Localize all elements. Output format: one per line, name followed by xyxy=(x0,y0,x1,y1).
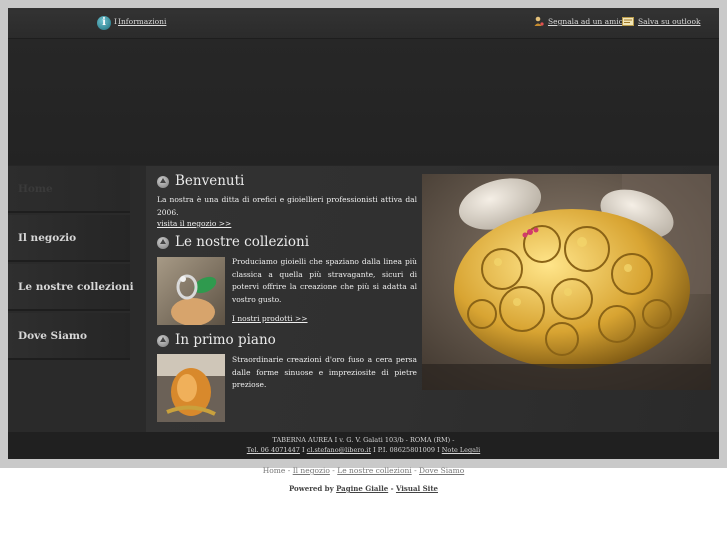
nav-item-il-negozio[interactable]: Il negozio xyxy=(8,215,130,262)
visit-shop-link[interactable]: visita il negozio >> xyxy=(157,219,231,228)
info-prefix: I xyxy=(114,17,117,26)
products-link[interactable]: I nostri prodotti >> xyxy=(232,314,308,323)
top-bar: i I Informazioni Segnala ad un amico Sal… xyxy=(8,8,719,39)
welcome-heading: Benvenuti xyxy=(175,173,245,189)
share-link[interactable]: Segnala ad un amico xyxy=(548,17,627,26)
powered-by-dash: - xyxy=(390,484,394,493)
main-content: Benvenuti La nostra è una ditta di orefi… xyxy=(146,166,719,432)
collections-heading: Le nostre collezioni xyxy=(175,234,310,250)
footer-phone-link[interactable]: Tel. 06 4071447 xyxy=(247,446,300,454)
footer-legal-link[interactable]: Note Legali xyxy=(442,446,480,454)
bullet-icon xyxy=(157,237,169,249)
bullet-icon xyxy=(157,335,169,347)
nav-item-collezioni[interactable]: Le nostre collezioni xyxy=(8,264,134,311)
bottom-nav: Home - Il negozio - Le nostre collezioni… xyxy=(0,466,727,475)
share-person-icon[interactable] xyxy=(534,16,544,27)
nav-item-home[interactable]: Home xyxy=(8,166,130,213)
site-frame: i I Informazioni Segnala ad un amico Sal… xyxy=(8,8,719,459)
bottom-nav-separator: - xyxy=(332,466,335,475)
info-icon[interactable]: i xyxy=(97,16,111,30)
outlook-link[interactable]: Salva su outlook xyxy=(638,17,701,26)
bottom-nav-separator: - xyxy=(287,466,291,475)
footer-address: TABERNA AUREA I v. G. V. Galati 103/b - … xyxy=(272,436,455,444)
sidebar-nav: Home Il negozio Le nostre collezioni Dov… xyxy=(8,166,146,432)
nav-item-dove-siamo[interactable]: Dove Siamo xyxy=(8,313,130,360)
bottom-nav-collezioni[interactable]: Le nostre collezioni xyxy=(337,466,411,475)
ring-thumbnail-image[interactable] xyxy=(157,257,225,325)
collections-text: Produciamo gioielli che spaziano dalla l… xyxy=(232,257,417,304)
powered-by-prefix: Powered by xyxy=(288,484,334,493)
featured-text: Straordinarie creazioni d'oro fuso a cer… xyxy=(232,355,417,389)
bottom-nav-il-negozio[interactable]: Il negozio xyxy=(293,466,330,475)
bottom-nav-home[interactable]: Home xyxy=(263,466,286,475)
footer-contacts: Tel. 06 4071447 I cl.stefano@libero.it I… xyxy=(8,445,719,455)
footer-vat: I P.I. 08625801009 I xyxy=(373,446,440,454)
bullet-icon xyxy=(157,176,169,188)
footer-separator: I xyxy=(302,446,305,454)
amber-jewel-thumbnail-image[interactable] xyxy=(157,354,225,422)
pagine-gialle-link[interactable]: Pagine Gialle xyxy=(336,484,388,493)
powered-by: Powered by Pagine Gialle - Visual Site xyxy=(0,484,727,493)
gold-jewel-main-image xyxy=(422,174,711,390)
site-footer: TABERNA AUREA I v. G. V. Galati 103/b - … xyxy=(8,432,719,459)
header-banner xyxy=(8,39,719,165)
outlook-card-icon[interactable] xyxy=(622,17,634,26)
info-link[interactable]: Informazioni xyxy=(118,17,166,26)
featured-heading: In primo piano xyxy=(175,332,276,348)
footer-email-link[interactable]: cl.stefano@libero.it xyxy=(307,446,371,454)
welcome-text: La nostra è una ditta di orefici e gioie… xyxy=(157,195,417,217)
bottom-nav-separator: - xyxy=(414,466,417,475)
visual-site-link[interactable]: Visual Site xyxy=(396,484,438,493)
bottom-nav-dove-siamo[interactable]: Dove Siamo xyxy=(419,466,464,475)
